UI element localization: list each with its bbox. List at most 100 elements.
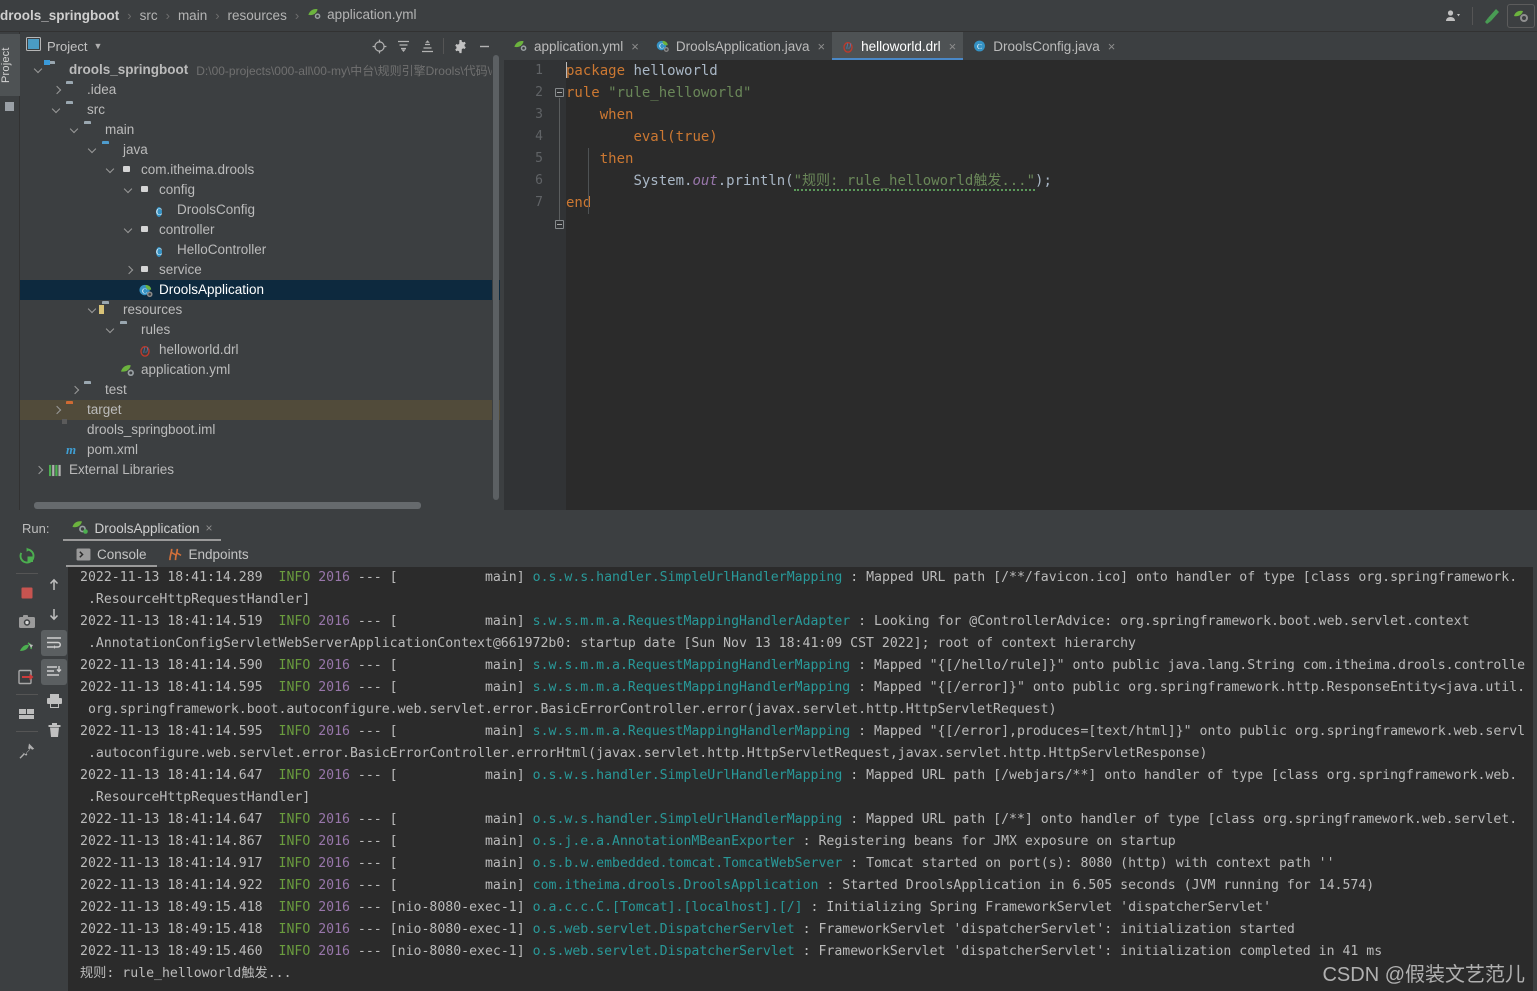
fold-marker-rule[interactable] bbox=[555, 88, 564, 97]
run-subtab-console[interactable]: Console bbox=[66, 541, 157, 567]
editor-tab-droolsapplication-java[interactable]: CDroolsApplication.java× bbox=[646, 32, 832, 60]
breadcrumb[interactable]: drools_springboot›src›main›resources›app… bbox=[0, 7, 416, 24]
code-line[interactable]: rule "rule_helloworld" bbox=[566, 82, 1537, 104]
code-line[interactable]: eval(true) bbox=[566, 126, 1537, 148]
toolbar-separator-3 bbox=[16, 731, 38, 732]
console-output[interactable]: 2022-11-13 18:41:14.289 INFO 2016 --- [ … bbox=[68, 567, 1537, 991]
print-icon[interactable] bbox=[41, 688, 67, 714]
tree-node-droolsapplication[interactable]: CDroolsApplication bbox=[20, 280, 500, 300]
chevron-right-icon[interactable] bbox=[124, 265, 135, 276]
run-subtab-endpoints[interactable]: Endpoints bbox=[157, 541, 259, 567]
tree-node-test[interactable]: test bbox=[20, 380, 500, 400]
tree-node-src[interactable]: src bbox=[20, 100, 500, 120]
layout-icon[interactable] bbox=[14, 701, 40, 727]
tree-node-controller[interactable]: controller bbox=[20, 220, 500, 240]
tree-node-hellocontroller[interactable]: CHelloController bbox=[20, 240, 500, 260]
tree-spacer bbox=[142, 245, 153, 256]
pin-icon[interactable] bbox=[14, 738, 40, 764]
collapse-all-icon[interactable] bbox=[415, 34, 439, 58]
tree-node-drools_springboot-iml[interactable]: drools_springboot.iml bbox=[20, 420, 500, 440]
tree-node-external-libraries[interactable]: External Libraries bbox=[20, 460, 500, 480]
hammer-build-icon[interactable] bbox=[1477, 2, 1507, 30]
screenshot-camera-icon[interactable] bbox=[14, 608, 40, 634]
chevron-down-icon[interactable] bbox=[124, 225, 135, 236]
editor-tab-droolsconfig-java[interactable]: CDroolsConfig.java× bbox=[963, 32, 1122, 60]
breadcrumb-item-resources[interactable]: resources bbox=[228, 8, 287, 23]
soft-wrap-icon[interactable] bbox=[41, 630, 67, 656]
run-subtabs[interactable]: ConsoleEndpoints bbox=[66, 541, 259, 567]
tree-node-com-itheima-drools[interactable]: com.itheima.drools bbox=[20, 160, 500, 180]
close-icon[interactable]: × bbox=[206, 521, 213, 535]
tree-node-application-yml[interactable]: application.yml bbox=[20, 360, 500, 380]
chevron-right-icon[interactable] bbox=[52, 405, 63, 416]
chevron-down-icon[interactable] bbox=[106, 165, 117, 176]
chevron-right-icon[interactable] bbox=[70, 385, 81, 396]
tree-node-config[interactable]: config bbox=[20, 180, 500, 200]
exit-icon[interactable] bbox=[14, 664, 40, 690]
project-panel-header: Project ▼ bbox=[20, 32, 500, 60]
settings-gear-icon[interactable] bbox=[448, 34, 472, 58]
code-area[interactable]: 1234567 package helloworldrule "rule_hel… bbox=[504, 60, 1537, 510]
chevron-down-icon[interactable] bbox=[124, 185, 135, 196]
chevron-down-icon[interactable] bbox=[88, 305, 99, 316]
run-configuration-tab[interactable]: DroolsApplication × bbox=[63, 515, 220, 541]
scroll-to-end-icon[interactable] bbox=[41, 659, 67, 685]
tree-node-drools_springboot[interactable]: drools_springbootD:\00-projects\000-all\… bbox=[20, 60, 500, 80]
chevron-right-icon[interactable] bbox=[34, 465, 45, 476]
tree-node-target[interactable]: target bbox=[20, 400, 500, 420]
chevron-down-icon[interactable]: ▼ bbox=[93, 41, 102, 51]
strip-button-project[interactable]: Project bbox=[0, 34, 20, 96]
fold-marker-end[interactable] bbox=[555, 220, 564, 229]
editor-tab-application-yml[interactable]: application.yml× bbox=[504, 32, 646, 60]
breadcrumb-item-src[interactable]: src bbox=[140, 8, 158, 23]
tree-node-main[interactable]: main bbox=[20, 120, 500, 140]
svg-text:C: C bbox=[977, 42, 982, 51]
chevron-down-icon[interactable] bbox=[70, 125, 81, 136]
close-tab-icon[interactable]: × bbox=[631, 39, 639, 54]
chevron-down-icon[interactable] bbox=[106, 325, 117, 336]
code-line[interactable]: System.out.println("规则: rule_helloworld触… bbox=[566, 170, 1537, 192]
breadcrumb-item-main[interactable]: main bbox=[178, 8, 207, 23]
console-line: 2022-11-13 18:41:14.590 INFO 2016 --- [ … bbox=[68, 655, 1537, 677]
thread-dump-icon[interactable] bbox=[14, 636, 40, 662]
down-arrow-icon[interactable] bbox=[41, 601, 67, 627]
project-tree[interactable]: drools_springbootD:\00-projects\000-all\… bbox=[20, 60, 500, 480]
code-line[interactable]: package helloworld bbox=[566, 60, 1537, 82]
chevron-right-icon[interactable] bbox=[52, 85, 63, 96]
close-tab-icon[interactable]: × bbox=[1108, 39, 1116, 54]
rerun-icon[interactable] bbox=[14, 543, 40, 569]
tree-node-service[interactable]: service bbox=[20, 260, 500, 280]
console-scrollbar[interactable] bbox=[1533, 567, 1537, 991]
chevron-down-icon[interactable] bbox=[88, 145, 99, 156]
project-tree-vscrollbar[interactable] bbox=[492, 55, 499, 500]
chevron-down-icon[interactable] bbox=[34, 65, 45, 76]
tree-node-helloworld-drl[interactable]: IJhelloworld.drl bbox=[20, 340, 500, 360]
code-line[interactable]: end bbox=[566, 192, 1537, 214]
up-arrow-icon[interactable] bbox=[41, 572, 67, 598]
code-folding-column[interactable] bbox=[552, 60, 566, 510]
code-line[interactable]: then bbox=[566, 148, 1537, 170]
stop-icon[interactable] bbox=[14, 580, 40, 606]
editor-tabs[interactable]: application.yml×CDroolsApplication.java×… bbox=[504, 32, 1537, 60]
tree-node-rules[interactable]: rules bbox=[20, 320, 500, 340]
tree-node-pom-xml[interactable]: mpom.xml bbox=[20, 440, 500, 460]
locate-icon[interactable] bbox=[367, 34, 391, 58]
code-text[interactable]: package helloworldrule "rule_helloworld"… bbox=[566, 60, 1537, 510]
tree-node-resources[interactable]: resources bbox=[20, 300, 500, 320]
log-level: INFO bbox=[279, 658, 311, 673]
close-tab-icon[interactable]: × bbox=[817, 39, 825, 54]
tree-node-java[interactable]: java bbox=[20, 140, 500, 160]
tree-node-droolsconfig[interactable]: CDroolsConfig bbox=[20, 200, 500, 220]
editor-tab-helloworld-drl[interactable]: IJhelloworld.drl× bbox=[832, 32, 963, 60]
tree-node--idea[interactable]: .idea bbox=[20, 80, 500, 100]
chevron-down-icon[interactable] bbox=[52, 105, 63, 116]
breadcrumb-item-drools_springboot[interactable]: drools_springboot bbox=[0, 8, 119, 23]
run-configuration-widget[interactable] bbox=[1507, 4, 1535, 28]
expand-all-icon[interactable] bbox=[391, 34, 415, 58]
breadcrumb-item-application-yml[interactable]: application.yml bbox=[307, 7, 416, 24]
user-avatar-icon[interactable] bbox=[1438, 2, 1468, 30]
code-line[interactable]: when bbox=[566, 104, 1537, 126]
project-tree-hscrollbar[interactable] bbox=[20, 500, 500, 510]
trash-icon[interactable] bbox=[41, 717, 67, 743]
close-tab-icon[interactable]: × bbox=[949, 39, 957, 54]
